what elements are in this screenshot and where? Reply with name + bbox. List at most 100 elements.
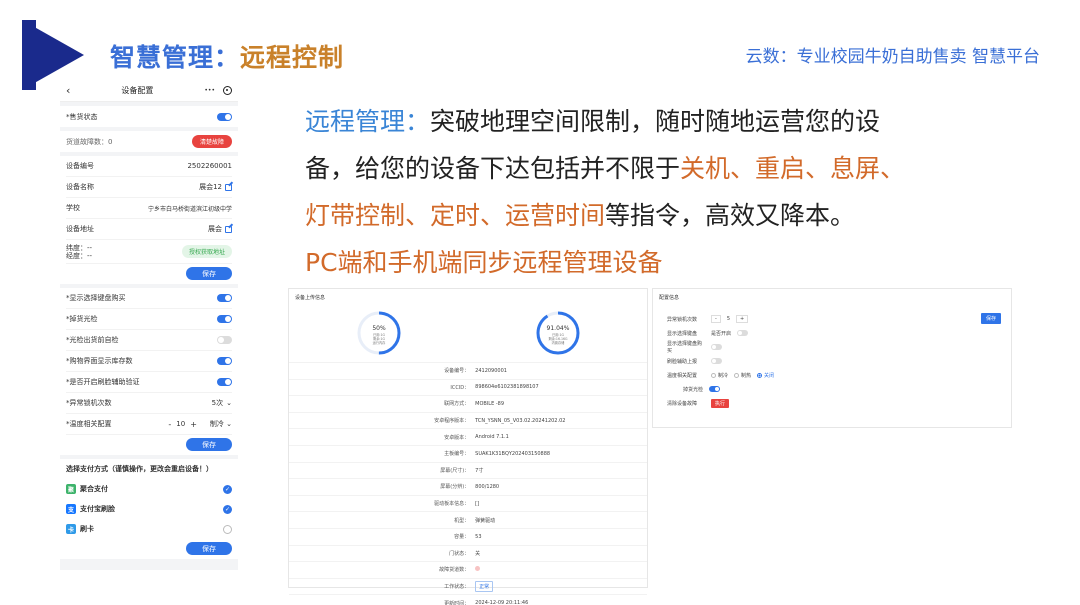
temp-plus-button[interactable]: +: [190, 420, 197, 429]
light-check-toggle[interactable]: [709, 386, 721, 392]
keyboard-toggle[interactable]: [737, 330, 749, 336]
info-value: 53: [475, 533, 482, 540]
show-stock-toggle[interactable]: [217, 357, 232, 365]
setting-label: *光检出货前自检: [66, 336, 119, 344]
info-value: []: [475, 500, 480, 507]
clear-fault-button[interactable]: 清楚故障: [191, 135, 232, 148]
payment-option[interactable]: 支支付宝刷脸 ✓: [66, 499, 232, 519]
table-row: 联网方式： MOBILE -89: [289, 395, 647, 412]
main-description: 远程管理：突破地理空间限制，随时随地运营您的设 备，给您的设备下达包括并不限于关…: [305, 98, 965, 286]
alipay-icon: 支: [66, 504, 76, 514]
self-check-toggle[interactable]: [217, 336, 232, 344]
phone-nav-bar: ‹ 设备配置 •••: [60, 80, 238, 102]
save-settings-button[interactable]: 保存: [186, 438, 232, 451]
info-value: 800/1280: [475, 483, 500, 490]
payment-title: 选择支付方式（谨慎操作，更改会重启设备！）: [66, 465, 213, 473]
abnormal-lock-select[interactable]: 5次 ⌄: [212, 398, 232, 408]
abnormal-lock-value[interactable]: 5: [727, 316, 730, 322]
abnormal-lock-label: 异常锁机次数: [667, 316, 698, 323]
info-key: 主板编号：: [444, 451, 470, 458]
face-verify-toggle[interactable]: [217, 378, 232, 386]
info-value: 2024-12-09 20:11:46: [475, 600, 529, 605]
storage-gauge: 91.04% 已用:1G 剩余:16.16G 内置存储: [536, 311, 579, 355]
setting-label: *购物界面显示库存数: [66, 357, 133, 365]
fault-dot: [475, 566, 647, 573]
page-title: 智慧管理：远程控制: [110, 38, 344, 74]
longitude-label: 经度：--: [66, 251, 93, 260]
device-info-card: 设备编号 2502260001 设备名称 展会12 学校 宁乡市白马桥街道滨江初级中学…: [60, 156, 238, 284]
keyboard-sub-label: 是否开启: [711, 330, 732, 337]
info-value: MOBILE -89: [475, 400, 505, 407]
checkbox-checked-icon[interactable]: ✓: [223, 484, 232, 494]
more-icon[interactable]: •••: [204, 87, 215, 94]
close-miniapp-icon[interactable]: [223, 86, 232, 95]
config-save-button[interactable]: 保存: [980, 313, 1001, 324]
sale-status-toggle[interactable]: [217, 112, 232, 121]
panel-title: 配置信息: [659, 295, 680, 301]
info-key: 机型：: [454, 517, 470, 524]
info-value: 7寸: [475, 467, 484, 474]
info-key: 安卓程序版本：: [434, 418, 470, 425]
temp-mode-select[interactable]: 制冷 ⌄: [210, 419, 232, 429]
address-value: 展会: [208, 225, 222, 233]
info-key: 门状态：: [449, 550, 470, 557]
save-device-info-button[interactable]: 保存: [186, 267, 232, 280]
sale-status-card: *售货状态: [60, 106, 238, 127]
table-row: 安卓程序版本： TCN_YSNN_05_V03.02.20241202.02: [289, 411, 647, 429]
radio-icon: [734, 372, 740, 378]
face-report-toggle[interactable]: [711, 358, 722, 364]
chevron-down-icon: ⌄: [226, 420, 232, 428]
info-key: 驱动板本信息：: [434, 501, 470, 508]
checkbox-checked-icon[interactable]: ✓: [223, 504, 232, 514]
table-row: 机型： 弹簧驱动: [289, 511, 647, 528]
payment-option[interactable]: 卡刷卡: [66, 519, 232, 539]
temp-minus-button[interactable]: -: [168, 420, 171, 429]
device-name-value: 展会12: [199, 183, 222, 191]
checkbox-empty-icon[interactable]: [223, 524, 232, 534]
abnormal-plus-button[interactable]: +: [736, 315, 749, 323]
abnormal-minus-button[interactable]: -: [711, 315, 721, 323]
face-report-label: 刷脸辅助上报: [667, 358, 698, 365]
temp-option-heat[interactable]: 制热: [734, 372, 751, 379]
desc-text: 等指令，高效又降本。: [605, 201, 856, 230]
payment-option[interactable]: 聚聚合支付 ✓: [66, 479, 232, 499]
temp-option-cool[interactable]: 制冷: [711, 372, 728, 379]
desc-highlight: 关机、重启、息屏、: [680, 154, 906, 183]
info-key: 设备编号：: [444, 368, 470, 375]
save-payment-button[interactable]: 保存: [186, 542, 232, 555]
table-row: ICCID： 898604e6102381898107: [289, 378, 647, 396]
card-icon: 卡: [66, 524, 76, 534]
light-check-label: 掉货光检: [683, 386, 704, 393]
info-value: 弹簧驱动: [475, 517, 496, 524]
setting-label: *是否开启刷脸辅助验证: [66, 378, 140, 386]
device-id-label: 设备编号: [66, 162, 94, 170]
back-icon[interactable]: ‹: [66, 84, 70, 97]
temp-mode-value: 制冷: [209, 420, 224, 428]
sale-status-label: *售货状态: [66, 112, 98, 121]
status-badge: 正常: [475, 581, 494, 593]
memory-percent: 50%: [372, 325, 386, 332]
desc-heading: 远程管理：: [305, 107, 431, 136]
setting-label: *掉货光检: [66, 315, 98, 323]
device-name-label: 设备名称: [66, 183, 94, 191]
temp-value[interactable]: 10: [176, 420, 185, 428]
payment-card: 选择支付方式（谨慎操作，更改会重启设备！） 聚聚合支付 ✓ 支支付宝刷脸 ✓ 卡刷卡…: [60, 459, 238, 559]
execute-clear-button[interactable]: 执行: [711, 398, 730, 408]
table-row: 屏幕(尺寸)： 7寸: [289, 461, 647, 479]
info-value: 2412090001: [475, 367, 507, 374]
config-info-panel: 配置信息 保存 异常锁机次数 - 5 + 显示选择键盘 是否开启 显示选择键盘购买…: [652, 288, 1012, 428]
table-row: 安卓版本： Android 7.1.1: [289, 428, 647, 445]
drop-light-check-toggle[interactable]: [217, 315, 232, 323]
desc-text: 突破地理空间限制，随时随地运营您的设: [430, 107, 881, 136]
info-value: 898604e6102381898107: [475, 384, 539, 391]
info-key: 故障货道数：: [439, 567, 470, 574]
edit-icon[interactable]: [225, 225, 232, 233]
keyboard-purchase-toggle[interactable]: [711, 344, 722, 350]
temp-option-off[interactable]: 关闭: [757, 372, 774, 379]
get-location-button[interactable]: 授权获取地址: [181, 245, 232, 258]
info-key: 安卓版本：: [444, 434, 470, 441]
keyboard-purchase-toggle[interactable]: [217, 294, 232, 302]
edit-icon[interactable]: [225, 183, 232, 191]
fault-card: 货道故障数：0 清楚故障: [60, 131, 238, 152]
info-key: 工作状态：: [444, 584, 470, 591]
